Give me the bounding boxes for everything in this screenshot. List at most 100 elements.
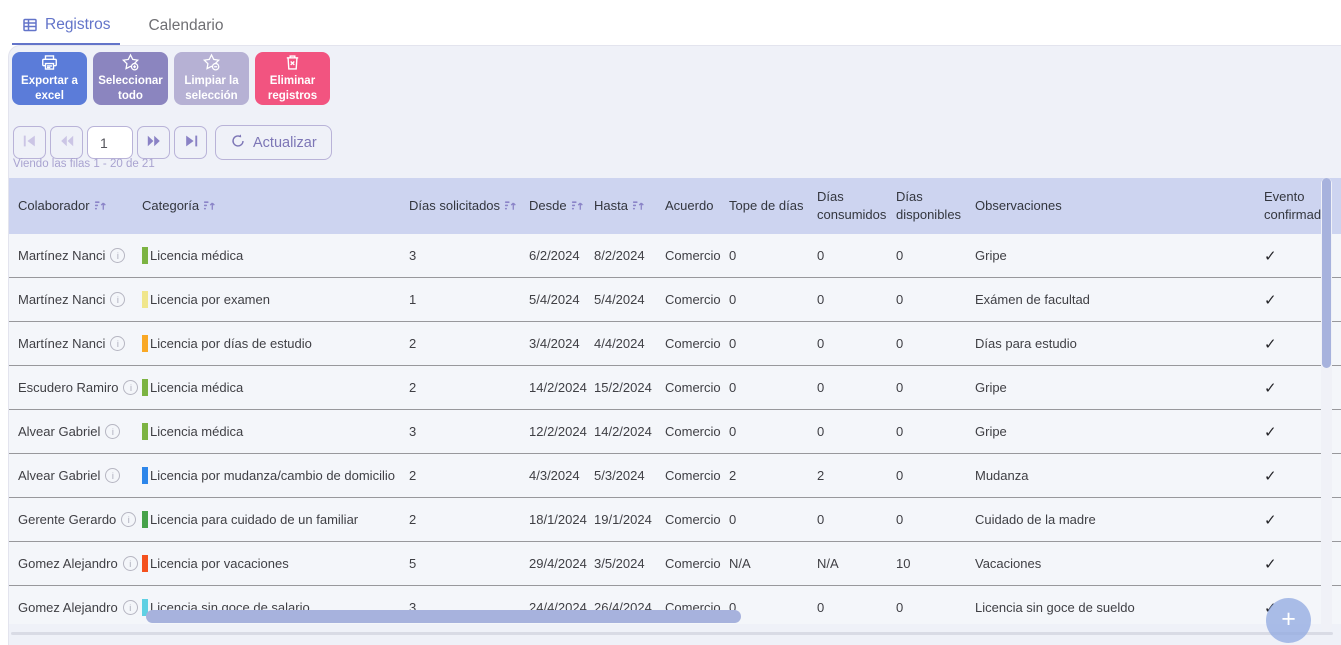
- select-all-button[interactable]: Seleccionar todo: [93, 52, 168, 105]
- sort-icon[interactable]: [504, 199, 517, 212]
- collaborator-name: Martínez Nanci: [18, 336, 105, 351]
- agreement-cell: Comercio: [665, 336, 729, 351]
- confirmed-check-icon: [1264, 424, 1277, 441]
- category-label: Licencia por mudanza/cambio de domicilio: [150, 468, 395, 483]
- requested-days-cell: 5: [409, 556, 529, 571]
- sort-icon[interactable]: [203, 199, 216, 212]
- observations-cell: Gripe: [975, 380, 1264, 395]
- collaborator-name: Martínez Nanci: [18, 292, 105, 307]
- table-row[interactable]: Gerente Gerardo Licencia para cuidado de…: [9, 498, 1341, 542]
- consumed-days-cell: 0: [817, 600, 896, 615]
- column-header[interactable]: Hasta: [594, 197, 665, 215]
- info-icon[interactable]: [121, 512, 136, 527]
- page-number-input[interactable]: [87, 126, 133, 159]
- to-date-cell: 8/2/2024: [594, 248, 665, 263]
- to-date-cell: 19/1/2024: [594, 512, 665, 527]
- table-row[interactable]: Martínez Nanci Licencia por examen 1 5/4…: [9, 278, 1341, 322]
- tab-registros[interactable]: Registros: [12, 7, 120, 45]
- records-table: Colaborador Categoría: [9, 178, 1341, 624]
- agreement-cell: Comercio: [665, 292, 729, 307]
- category-color-bar: [142, 423, 148, 440]
- available-days-cell: 0: [896, 292, 975, 307]
- agreement-cell: Comercio: [665, 556, 729, 571]
- next-page-button[interactable]: [137, 126, 170, 159]
- from-date-cell: 29/4/2024: [529, 556, 594, 571]
- available-days-cell: 0: [896, 336, 975, 351]
- vertical-scrollbar-thumb[interactable]: [1322, 178, 1331, 368]
- category-label: Licencia por vacaciones: [150, 556, 289, 571]
- collaborator-name: Gomez Alejandro: [18, 600, 118, 615]
- column-header[interactable]: Observaciones: [975, 197, 1264, 215]
- observations-cell: Gripe: [975, 248, 1264, 263]
- sort-icon[interactable]: [94, 199, 107, 212]
- next-page-icon: [145, 132, 163, 153]
- days-cap-cell: N/A: [729, 556, 817, 571]
- from-date-cell: 12/2/2024: [529, 424, 594, 439]
- column-header[interactable]: Acuerdo: [665, 197, 729, 215]
- refresh-button[interactable]: Actualizar: [215, 125, 332, 160]
- column-header-label: Días disponibles: [896, 188, 967, 223]
- available-days-cell: 0: [896, 468, 975, 483]
- column-header[interactable]: Días solicitados: [409, 197, 529, 215]
- table-row[interactable]: Alvear Gabriel Licencia médica 3 12/2/20…: [9, 410, 1341, 454]
- content-card: Exportar a excel Seleccionar todo Limp: [8, 45, 1341, 645]
- previous-page-icon: [58, 132, 76, 153]
- info-icon[interactable]: [105, 424, 120, 439]
- from-date-cell: 18/1/2024: [529, 512, 594, 527]
- consumed-days-cell: 0: [817, 380, 896, 395]
- requested-days-cell: 2: [409, 512, 529, 527]
- days-cap-cell: 0: [729, 600, 817, 615]
- column-header[interactable]: Días disponibles: [896, 188, 975, 223]
- category-label: Licencia por examen: [150, 292, 270, 307]
- info-icon[interactable]: [110, 292, 125, 307]
- first-page-button[interactable]: [13, 126, 46, 159]
- last-page-button[interactable]: [174, 126, 207, 159]
- column-header[interactable]: Tope de días: [729, 197, 817, 215]
- tab-calendario[interactable]: Calendario: [138, 7, 233, 45]
- column-header[interactable]: Días consumidos: [817, 188, 896, 223]
- available-days-cell: 0: [896, 600, 975, 615]
- table-row[interactable]: Martínez Nanci Licencia por días de estu…: [9, 322, 1341, 366]
- table-row[interactable]: Alvear Gabriel Licencia por mudanza/camb…: [9, 454, 1341, 498]
- category-color-bar: [142, 247, 148, 264]
- info-icon[interactable]: [105, 468, 120, 483]
- table-row[interactable]: Escudero Ramiro Licencia médica 2 14/2/2…: [9, 366, 1341, 410]
- previous-page-button[interactable]: [50, 126, 83, 159]
- table-icon: [22, 17, 38, 33]
- consumed-days-cell: 0: [817, 248, 896, 263]
- column-header[interactable]: Categoría: [142, 197, 409, 215]
- column-header[interactable]: Desde: [529, 197, 594, 215]
- info-icon[interactable]: [123, 380, 138, 395]
- collaborator-name: Alvear Gabriel: [18, 424, 100, 439]
- sort-icon[interactable]: [632, 199, 645, 212]
- info-icon[interactable]: [123, 600, 138, 615]
- from-date-cell: 14/2/2024: [529, 380, 594, 395]
- table-row[interactable]: Martínez Nanci Licencia médica 3 6/2/202…: [9, 234, 1341, 278]
- days-cap-cell: 0: [729, 512, 817, 527]
- tab-registros-label: Registros: [45, 16, 110, 34]
- available-days-cell: 0: [896, 248, 975, 263]
- delete-records-button[interactable]: Eliminar registros: [255, 52, 330, 105]
- sort-icon[interactable]: [571, 199, 584, 212]
- info-icon[interactable]: [123, 556, 138, 571]
- tab-bar: Registros Calendario: [0, 0, 1341, 45]
- agreement-cell: Comercio: [665, 248, 729, 263]
- category-color-bar: [142, 291, 148, 308]
- clear-selection-button[interactable]: Limpiar la selección: [174, 52, 249, 105]
- table-row[interactable]: Gomez Alejandro Licencia por vacaciones …: [9, 542, 1341, 586]
- info-icon[interactable]: [110, 336, 125, 351]
- horizontal-scrollbar-thumb[interactable]: [146, 610, 741, 623]
- column-header[interactable]: Colaborador: [18, 197, 142, 215]
- consumed-days-cell: 0: [817, 424, 896, 439]
- agreement-cell: Comercio: [665, 380, 729, 395]
- column-header-label: Días consumidos: [817, 188, 888, 223]
- add-record-button[interactable]: +: [1266, 598, 1311, 643]
- category-color-bar: [142, 335, 148, 352]
- category-label: Licencia por días de estudio: [150, 336, 312, 351]
- info-icon[interactable]: [110, 248, 125, 263]
- export-excel-button[interactable]: Exportar a excel: [12, 52, 87, 105]
- observations-cell: Gripe: [975, 424, 1264, 439]
- requested-days-cell: 3: [409, 424, 529, 439]
- to-date-cell: 14/2/2024: [594, 424, 665, 439]
- requested-days-cell: 3: [409, 248, 529, 263]
